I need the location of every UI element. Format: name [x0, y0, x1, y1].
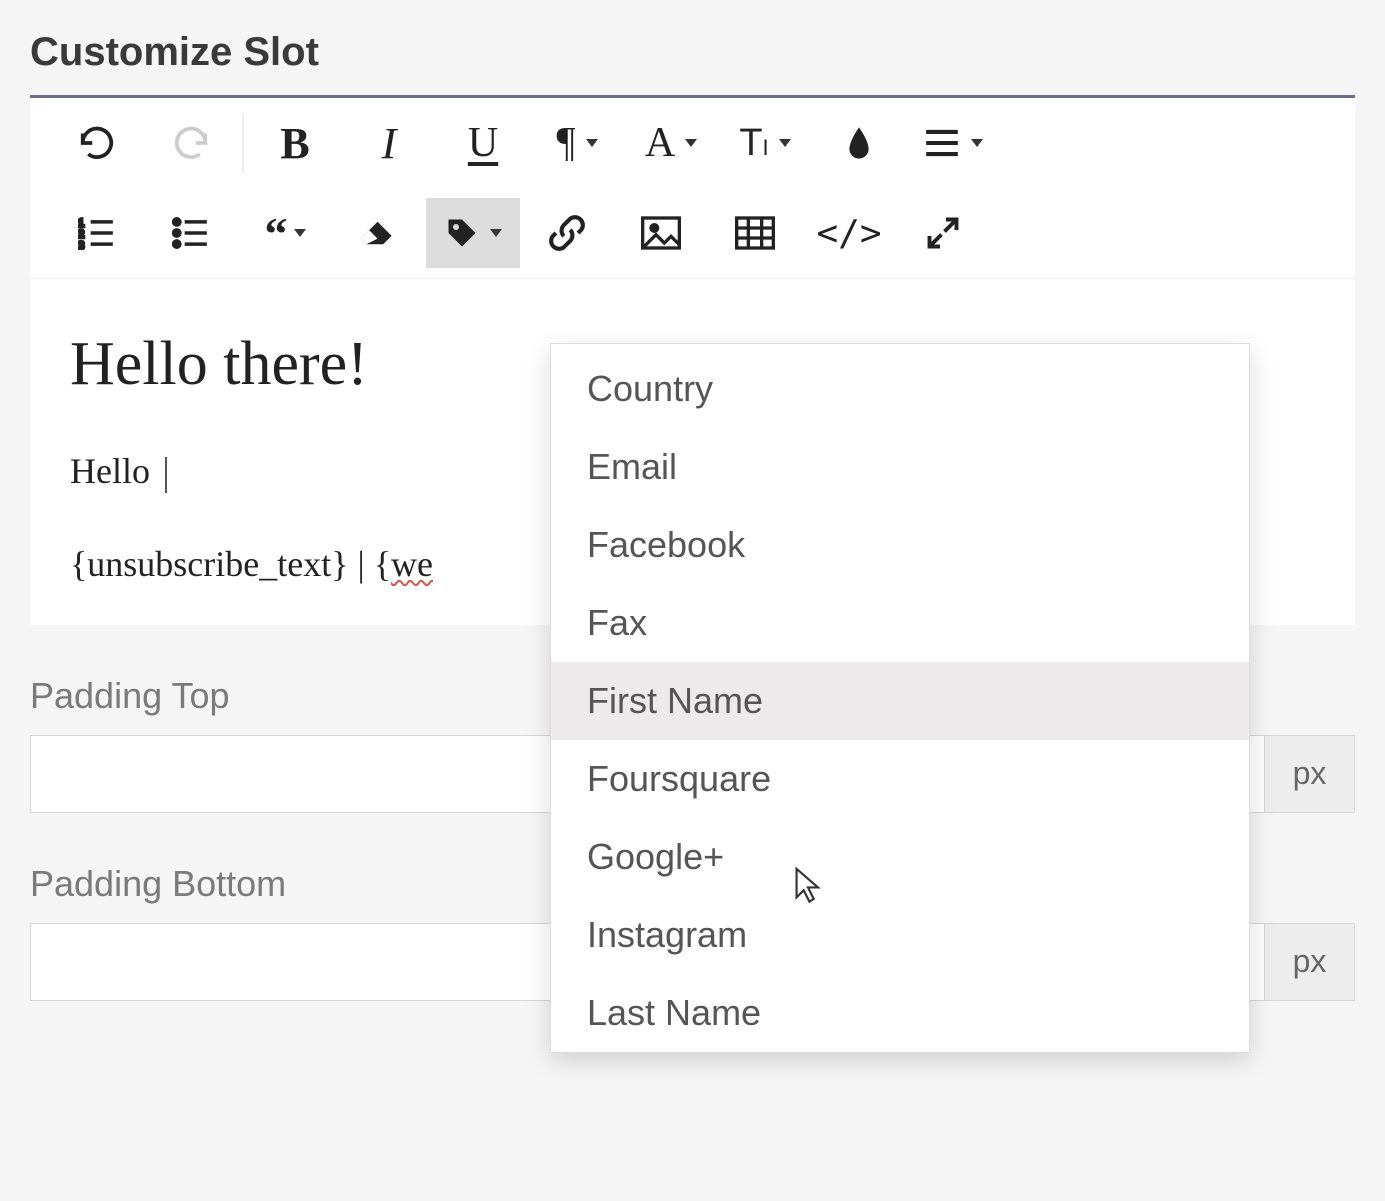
padding-top-unit: px [1265, 735, 1355, 813]
table-button[interactable] [708, 198, 802, 268]
insert-token-button[interactable] [426, 198, 520, 268]
tag-icon [444, 215, 480, 251]
table-icon [735, 216, 775, 250]
undo-icon [78, 124, 116, 162]
token-dropdown-item[interactable]: Country [551, 350, 1249, 428]
eraser-icon [358, 218, 400, 248]
redo-button[interactable] [144, 108, 238, 178]
rich-text-editor: B I U ¶ A TI [30, 95, 1355, 625]
font-size-icon: TI [739, 122, 768, 165]
token-dropdown-item[interactable]: Instagram [551, 896, 1249, 974]
token-dropdown-item[interactable]: Facebook [551, 506, 1249, 584]
align-icon [923, 127, 961, 159]
token-dropdown-item[interactable]: Last Name [551, 974, 1249, 1052]
toolbar-row-2: 123 “ [30, 188, 1355, 278]
text-cursor [165, 457, 167, 493]
text-color-button[interactable]: A [624, 108, 718, 178]
paragraph-icon: ¶ [556, 119, 575, 167]
token-dropdown: CountryEmailFacebookFaxFirst NameFoursqu… [550, 343, 1250, 1053]
text-color-icon: A [645, 119, 675, 167]
link-icon [548, 214, 586, 252]
chevron-down-icon [779, 139, 791, 147]
ordered-list-button[interactable]: 123 [50, 198, 144, 268]
expand-icon [925, 215, 961, 251]
underline-button[interactable]: U [436, 108, 530, 178]
align-button[interactable] [906, 108, 1000, 178]
unordered-list-icon [172, 216, 210, 250]
toolbar-row-1: B I U ¶ A TI [30, 98, 1355, 188]
chevron-down-icon [586, 139, 598, 147]
italic-icon: I [382, 118, 397, 169]
font-size-button[interactable]: TI [718, 108, 812, 178]
chevron-down-icon [971, 139, 983, 147]
token-dropdown-item[interactable]: Email [551, 428, 1249, 506]
link-button[interactable] [520, 198, 614, 268]
token-dropdown-item[interactable]: Fax [551, 584, 1249, 662]
chevron-down-icon [685, 139, 697, 147]
svg-text:3: 3 [78, 240, 84, 250]
quote-icon: “ [265, 222, 284, 245]
paragraph-format-button[interactable]: ¶ [530, 108, 624, 178]
image-button[interactable] [614, 198, 708, 268]
clear-format-button[interactable] [332, 198, 426, 268]
image-icon [641, 216, 681, 250]
token-dropdown-item[interactable]: Foursquare [551, 740, 1249, 818]
fullscreen-button[interactable] [896, 198, 990, 268]
highlight-color-button[interactable] [812, 108, 906, 178]
drop-icon [844, 125, 874, 161]
unordered-list-button[interactable] [144, 198, 238, 268]
token-dropdown-item[interactable]: Google+ [551, 818, 1249, 896]
panel-title: Customize Slot [30, 0, 1355, 95]
quote-button[interactable]: “ [238, 198, 332, 268]
bold-button[interactable]: B [248, 108, 342, 178]
token-dropdown-item[interactable]: First Name [551, 662, 1249, 740]
chevron-down-icon [490, 229, 502, 237]
padding-bottom-unit: px [1265, 923, 1355, 1001]
toolbar-divider [242, 113, 244, 173]
undo-button[interactable] [50, 108, 144, 178]
italic-button[interactable]: I [342, 108, 436, 178]
ordered-list-icon: 123 [78, 216, 116, 250]
redo-icon [172, 124, 210, 162]
chevron-down-icon [294, 229, 306, 237]
bold-icon: B [280, 118, 309, 169]
customize-slot-panel: Customize Slot B I U ¶ A TI [0, 0, 1385, 1201]
code-icon: </> [816, 213, 881, 254]
code-view-button[interactable]: </> [802, 198, 896, 268]
underline-icon: U [468, 119, 498, 167]
